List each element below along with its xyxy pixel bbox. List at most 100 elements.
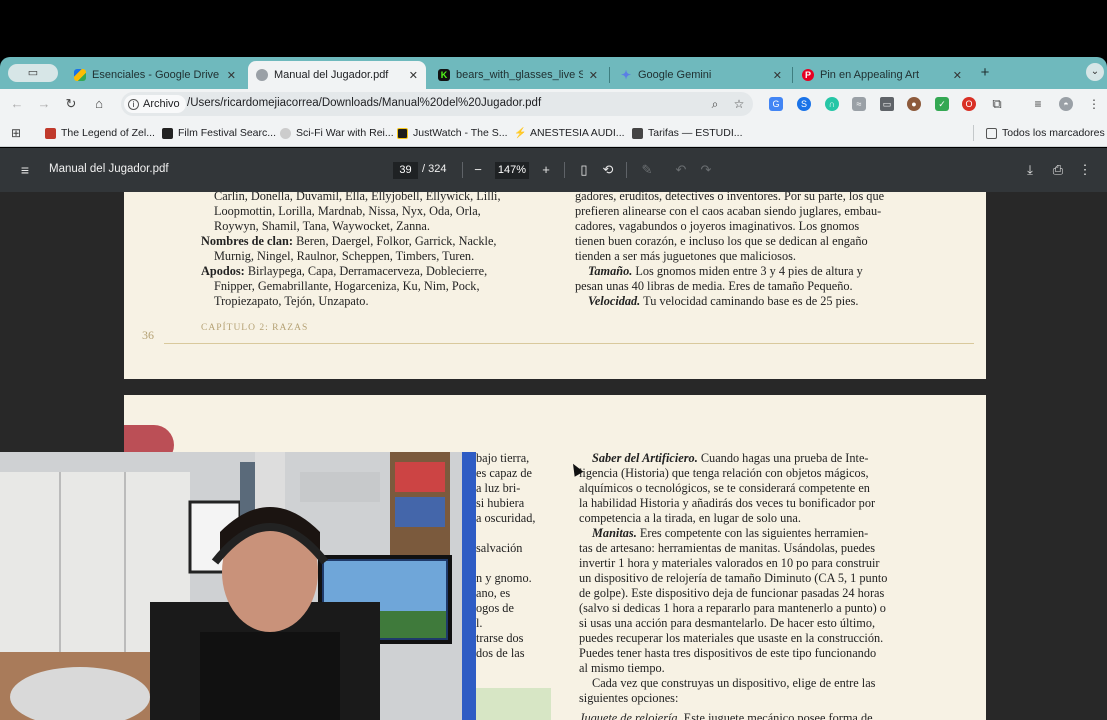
tab-strip: ▭ Esenciales - Google Drive ✕ Manual del… [0,57,1107,89]
text-line: Loopmottin, Lorilla, Mardnab, Nissa, Nyx… [214,204,481,218]
address-bar[interactable]: i Archivo /Users/ricardomejiacorrea/Down… [121,92,753,116]
page-total: / 324 [422,163,447,175]
globe-icon [256,69,268,81]
text-line: Cada vez que construyas un dispositivo, … [592,676,876,690]
tab-pinterest[interactable]: P Pin en Appealing Art ✕ [794,61,970,89]
pdf-toolbar: ≡ Manual del Jugador.pdf 39 / 324 − 147%… [0,148,1107,192]
bolt-icon: ⚡ [514,127,527,139]
redo-icon[interactable]: ↷ [698,162,714,178]
bookmark-item[interactable]: Sci-Fi War with Rei... [280,126,394,140]
avatar[interactable]: ◓ [1059,97,1073,111]
close-icon[interactable]: ✕ [953,69,962,82]
tab-divider [609,67,610,83]
extension-blue-icon[interactable]: S [797,97,811,111]
tab-list-chevron-icon[interactable]: ⌄ [1086,63,1104,81]
home-icon[interactable]: ⌂ [91,96,107,112]
pdf-page: Carlin, Donella, Duvamil, Ella, Ellyjobe… [124,192,986,379]
hamburger-menu-icon[interactable]: ≡ [17,162,33,178]
text-line: Apodos: Birlaypega, Capa, Derramacerveza… [201,264,487,279]
text-line: bajo tierra, [476,451,530,465]
screen-extension-icon[interactable]: ▭ [880,97,894,111]
close-icon[interactable]: ✕ [773,69,782,82]
close-icon[interactable]: ✕ [227,69,236,82]
text-line: Tropiezapato, Tejón, Unzapato. [214,294,369,308]
opera-extension-icon[interactable]: O [962,97,976,111]
text-line: un dispositivo de relojería de tamaño Di… [579,571,888,585]
tab-search-button[interactable]: ▭ [8,64,58,82]
term-text: Cuando hagas una prueba de Inte- [700,451,869,465]
tab-manual-jugador[interactable]: Manual del Jugador.pdf ✕ [248,61,426,89]
annotate-icon[interactable]: ✎ [639,162,655,178]
tab-title: Google Gemini [638,69,712,81]
extension-green-icon[interactable]: ∩ [825,97,839,111]
bookmark-label: Sci-Fi War with Rei... [296,127,394,139]
chapter-footer: CAPÍTULO 2: RAZAS [201,323,309,333]
text-line: dos de las [476,646,525,660]
bookmark-label: JustWatch - The S... [413,127,508,139]
text-line: n y gnomo. [476,571,532,585]
bookmark-item[interactable]: The Legend of Zel... [45,126,155,140]
text-line: trarse dos [476,631,524,645]
print-icon[interactable]: ⎙ [1050,162,1066,178]
bookmark-item[interactable]: JustWatch - The S... [397,126,508,140]
term-label: Nombres de clan: [201,234,293,248]
forward-arrow-icon[interactable]: → [36,96,52,112]
term-label: Apodos: [201,264,245,278]
extension-gray-icon[interactable]: ≈ [852,97,866,111]
new-tab-button[interactable]: + [976,64,994,82]
puzzle-icon[interactable]: ⧉ [990,97,1004,111]
bookmark-star-icon[interactable]: ☆ [731,96,747,112]
reload-icon[interactable]: ↻ [63,96,79,112]
site-info-chip[interactable]: i Archivo [124,95,186,113]
bookmark-item[interactable]: ⚡ ANESTESIA AUDI... [514,126,625,140]
text-line: si hubiera [476,496,525,510]
term-text: Este juguete mecánico posee forma de [683,711,873,720]
page-number: 36 [142,328,154,342]
more-options-icon[interactable]: ⋮ [1077,162,1093,178]
zoom-in-icon[interactable]: + [538,162,554,178]
url-text[interactable]: /Users/ricardomejiacorrea/Downloads/Manu… [187,97,541,109]
close-icon[interactable]: ✕ [589,69,598,82]
page-number-input[interactable]: 39 [393,162,418,179]
bookmark-label: Todos los marcadores [1002,127,1105,139]
close-icon[interactable]: ✕ [409,69,418,82]
reading-list-icon[interactable]: ≡ [1031,97,1045,111]
bookmark-divider [973,125,974,141]
tab-google-gemini[interactable]: ✦ Google Gemini ✕ [612,61,790,89]
overlay-panel [476,688,551,720]
text-line: competencia a la tirada, en lugar de sol… [579,511,801,525]
zoom-out-icon[interactable]: − [470,162,486,178]
cookie-extension-icon[interactable]: ● [907,97,921,111]
kebab-menu-icon[interactable]: ⋮ [1087,97,1101,111]
tab-divider [792,67,793,83]
tab-title: Esenciales - Google Drive [92,69,220,81]
text-line: siguientes opciones: [579,691,679,705]
text-line: Manitas. Eres competente con las siguien… [592,526,868,541]
term-label: Velocidad. [588,294,641,308]
back-arrow-icon[interactable]: ← [9,96,25,112]
rotate-icon[interactable]: ⟲ [600,162,616,178]
text-line: a luz bri- [476,481,521,495]
tab-kick-stream[interactable]: K bears_with_glasses_live Stre ✕ [430,61,606,89]
tab-google-drive[interactable]: Esenciales - Google Drive ✕ [66,61,244,89]
term-text: Birlaypega, Capa, Derramacerveza, Doblec… [247,264,488,278]
zoom-input[interactable]: 147% [495,162,529,179]
bookmark-item[interactable]: Tarifas — ESTUDI... [632,126,743,140]
text-line: Roywyn, Shamil, Tana, Waywocket, Zanna. [214,219,430,233]
bookmark-item[interactable]: Film Festival Searc... [162,126,276,140]
toolbar-divider [462,162,463,178]
globe-icon [280,127,291,139]
zoom-icon[interactable]: ⌕ [707,96,723,112]
undo-icon[interactable]: ↶ [673,162,689,178]
apps-grid-icon[interactable]: ⊞ [8,125,24,141]
text-line: tienen buen corazón, e incluso los que s… [575,234,868,248]
folder-icon [986,127,997,139]
all-bookmarks-folder[interactable]: Todos los marcadores [986,126,1105,140]
fit-page-icon[interactable]: ▯ [576,162,592,178]
translate-extension-icon[interactable]: G [769,97,783,111]
shield-extension-icon[interactable]: ✓ [935,97,949,111]
download-icon[interactable]: ⤓ [1022,162,1038,178]
term-label: Manitas. [592,526,637,540]
tab-title: Manual del Jugador.pdf [274,69,389,81]
term-text: Tu velocidad caminando base es de 25 pie… [643,294,859,308]
